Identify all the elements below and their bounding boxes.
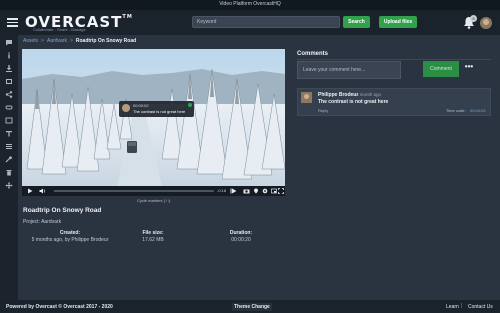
comment-input[interactable]: Leave your comment here... xyxy=(297,61,401,79)
logo-tagline: Collaborate - Share - Manage xyxy=(33,27,86,32)
frame-step-icon[interactable] xyxy=(230,188,237,194)
share-icon[interactable] xyxy=(5,91,13,98)
comment-item: Philippe Brodeur a month ago The contras… xyxy=(297,88,491,116)
created-label: Created: xyxy=(59,230,81,236)
tooltip-text: The contrast is not great here xyxy=(133,109,186,114)
app-header: OVERCASTTM Collaborate - Share - Manage … xyxy=(0,10,500,35)
cycle-markers-control[interactable]: Cycle markers (↑↓) xyxy=(137,198,170,203)
fullscreen-icon[interactable] xyxy=(278,188,284,194)
theme-change-button[interactable]: Theme Change xyxy=(232,303,272,311)
marker-icon[interactable] xyxy=(253,188,259,194)
play-icon[interactable] xyxy=(27,188,33,194)
project-line: Project: Aardvark xyxy=(23,219,61,225)
cycle-markers-shortcut: (↑↓) xyxy=(163,198,171,203)
settings-icon[interactable] xyxy=(262,188,268,194)
list-icon[interactable] xyxy=(5,143,13,150)
filesize-label: File size: xyxy=(142,230,164,236)
trash-icon[interactable] xyxy=(5,169,13,176)
created-value: 5 months ago, by Philippe Brodeur xyxy=(31,237,109,243)
duration-label: Duration: xyxy=(229,230,253,236)
user-avatar[interactable] xyxy=(480,17,492,29)
upload-files-button[interactable]: Upload files xyxy=(379,16,417,28)
learn-link[interactable]: Learn xyxy=(446,304,459,310)
hamburger-menu-icon[interactable] xyxy=(7,18,18,27)
search-input[interactable]: Keyword xyxy=(192,16,340,28)
comments-divider xyxy=(297,59,491,60)
picture-in-picture-icon[interactable] xyxy=(271,188,277,194)
project-value[interactable]: Aardvark xyxy=(41,219,61,225)
contact-us-link[interactable]: Contact Us xyxy=(468,304,493,310)
breadcrumb-assets[interactable]: Assets xyxy=(23,38,38,44)
comment-time: a month ago xyxy=(356,92,382,97)
search-button[interactable]: Search xyxy=(343,16,370,28)
edit-icon[interactable] xyxy=(5,117,13,124)
download-icon[interactable] xyxy=(5,65,13,72)
comment-text: The contrast is not great here xyxy=(318,99,389,105)
chat-icon[interactable] xyxy=(5,39,13,46)
video-player[interactable]: 00:00:02 The contrast is not great here xyxy=(22,49,285,186)
comment-submit-button[interactable]: Comment xyxy=(423,61,459,77)
progress-scrubber[interactable] xyxy=(54,190,214,192)
breadcrumb-separator: > xyxy=(41,38,44,44)
player-controls: -0:18 xyxy=(22,186,285,196)
footer-copyright: Powered by Overcast © Overcast 2017 - 20… xyxy=(6,304,113,310)
footer: Powered by Overcast © Overcast 2017 - 20… xyxy=(0,300,500,313)
info-icon[interactable] xyxy=(5,52,13,59)
comments-title: Comments xyxy=(297,51,329,57)
breadcrumb-separator: > xyxy=(69,38,73,44)
breadcrumb-project[interactable]: Aardvark xyxy=(47,38,67,44)
time-remaining: -0:18 xyxy=(217,188,227,193)
comment-marker-tooltip[interactable]: 00:00:02 The contrast is not great here xyxy=(119,101,194,117)
upload-icon[interactable] xyxy=(5,78,13,85)
cycle-markers-label: Cycle markers xyxy=(137,198,163,203)
window-titlebar: Video Platform OvercastHQ xyxy=(0,0,500,10)
text-icon[interactable] xyxy=(5,130,13,137)
filesize-value: 17.62 MB xyxy=(142,237,164,243)
notification-badge: 9 xyxy=(470,15,477,22)
comment-author: Philippe Brodeur xyxy=(318,92,359,98)
footer-divider: | xyxy=(461,303,463,309)
sidebar xyxy=(0,35,18,300)
tooltip-time: 00:00:02 xyxy=(133,103,149,108)
duration-value: 00:00:20 xyxy=(231,237,251,243)
video-title: Roadtrip On Snowy Road xyxy=(23,207,102,214)
window-title: Video Platform OvercastHQ xyxy=(219,1,281,7)
wrench-icon[interactable] xyxy=(5,156,13,163)
tooltip-status-dot xyxy=(188,103,192,107)
move-icon[interactable] xyxy=(5,182,13,189)
comment-timecode-link[interactable]: 00:00:02 xyxy=(470,108,486,113)
link-icon[interactable] xyxy=(5,104,13,111)
camera-icon[interactable] xyxy=(243,188,250,194)
comment-avatar xyxy=(301,92,312,103)
volume-icon[interactable] xyxy=(39,188,46,194)
more-options-button[interactable]: ••• xyxy=(462,62,476,76)
comment-timecode-label: Time code: xyxy=(446,108,466,113)
tooltip-avatar xyxy=(122,104,130,112)
breadcrumb: Assets > Aardvark > Roadtrip On Snowy Road xyxy=(23,38,136,44)
comment-reply-link[interactable]: Reply xyxy=(318,108,328,113)
project-label: Project: xyxy=(23,219,40,225)
breadcrumb-current: Roadtrip On Snowy Road xyxy=(75,38,137,44)
